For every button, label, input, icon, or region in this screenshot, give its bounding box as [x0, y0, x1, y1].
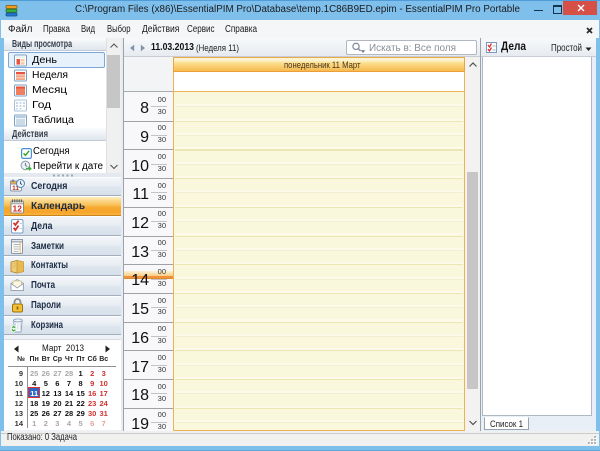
svg-text:12: 12: [13, 203, 23, 213]
